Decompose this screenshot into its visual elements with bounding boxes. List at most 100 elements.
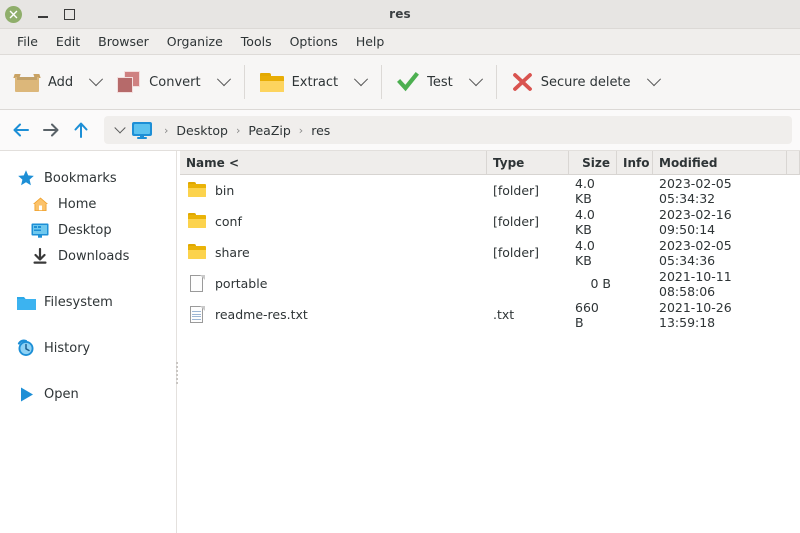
splitter-line (176, 151, 177, 533)
clock-icon (16, 338, 36, 358)
file-name: readme-res.txt (215, 307, 308, 322)
cell-type: [folder] (487, 214, 569, 229)
breadcrumb-item-res[interactable]: res (311, 123, 330, 138)
monitor-icon[interactable] (132, 122, 152, 139)
forward-button[interactable] (36, 115, 66, 145)
sidebar-item-downloads[interactable]: Downloads (0, 243, 173, 269)
cell-size: 4.0 KB (569, 207, 617, 237)
cell-size: 0 B (569, 276, 617, 291)
cell-modified: 2023-02-05 05:34:36 (653, 238, 800, 268)
menu-item-organize[interactable]: Organize (158, 31, 232, 52)
chevron-down-icon (469, 72, 483, 86)
table-row[interactable]: conf [folder] 4.0 KB 2023-02-16 09:50:14 (180, 206, 800, 237)
convert-button[interactable]: Convert (109, 65, 210, 99)
column-header-name[interactable]: Name < (180, 151, 487, 174)
convert-dropdown-button[interactable] (211, 65, 237, 99)
toolbar-group-test: Test (389, 55, 489, 109)
main-toolbar: Add Convert Extract (0, 55, 800, 110)
sidebar-spacer (0, 315, 173, 335)
file-text-icon (188, 306, 206, 323)
toolbar-separator (244, 65, 245, 99)
breadcrumb-item-peazip[interactable]: PeaZip (248, 123, 290, 138)
extract-button[interactable]: Extract (252, 67, 349, 98)
chevron-down-icon (217, 72, 231, 86)
peazip-window: res File Edit Browser Organize Tools Opt… (0, 0, 800, 533)
sidebar-splitter[interactable] (173, 151, 180, 533)
breadcrumb-item-desktop[interactable]: Desktop (176, 123, 228, 138)
cell-type: [folder] (487, 183, 569, 198)
splitter-grip (176, 362, 178, 384)
column-header-modified[interactable]: Modified (653, 151, 787, 174)
cell-modified: 2021-10-26 13:59:18 (653, 300, 800, 330)
sidebar-label: Bookmarks (44, 171, 117, 186)
breadcrumb-dropdown-button[interactable] (110, 119, 130, 141)
test-button[interactable]: Test (389, 66, 463, 98)
column-header-type[interactable]: Type (487, 151, 569, 174)
sidebar-label: Filesystem (44, 295, 113, 310)
folder-icon (260, 73, 284, 92)
box-icon (14, 72, 40, 92)
download-icon (30, 246, 50, 266)
sidebar-label: Downloads (58, 249, 129, 264)
menu-item-tools[interactable]: Tools (232, 31, 281, 52)
desktop-icon (30, 220, 50, 240)
sidebar-item-history[interactable]: History (0, 335, 173, 361)
table-row[interactable]: share [folder] 4.0 KB 2023-02-05 05:34:3… (180, 237, 800, 268)
cell-type: .txt (487, 307, 569, 322)
secure-delete-dropdown-button[interactable] (641, 65, 667, 99)
add-button[interactable]: Add (6, 66, 83, 98)
toolbar-group-secure-delete: Secure delete (504, 55, 667, 109)
file-name: portable (215, 276, 267, 291)
column-header-size[interactable]: Size (569, 151, 617, 174)
table-row[interactable]: readme-res.txt .txt 660 B 2021-10-26 13:… (180, 299, 800, 330)
sidebar-item-open[interactable]: Open (0, 381, 173, 407)
table-row[interactable]: portable 0 B 2021-10-11 08:58:06 (180, 268, 800, 299)
content-area: Bookmarks Home (0, 151, 800, 533)
forward-arrow-icon (41, 120, 61, 140)
menu-item-options[interactable]: Options (281, 31, 347, 52)
table-row[interactable]: bin [folder] 4.0 KB 2023-02-05 05:34:32 (180, 175, 800, 206)
menu-bar: File Edit Browser Organize Tools Options… (0, 29, 800, 55)
back-button[interactable] (6, 115, 36, 145)
menu-item-help[interactable]: Help (347, 31, 394, 52)
column-header-end (787, 151, 800, 174)
file-name: bin (215, 183, 234, 198)
star-icon (16, 168, 36, 188)
cell-modified: 2023-02-05 05:34:32 (653, 176, 800, 206)
file-list-rows: bin [folder] 4.0 KB 2023-02-05 05:34:32 … (180, 175, 800, 533)
chevron-down-icon (354, 72, 368, 86)
menu-item-browser[interactable]: Browser (89, 31, 158, 52)
folder-icon (188, 182, 206, 199)
menu-item-edit[interactable]: Edit (47, 31, 89, 52)
sidebar-label: History (44, 341, 90, 356)
add-dropdown-button[interactable] (83, 65, 109, 99)
sidebar-item-desktop[interactable]: Desktop (0, 217, 173, 243)
sidebar-label: Desktop (58, 223, 112, 238)
test-dropdown-button[interactable] (463, 65, 489, 99)
cell-modified: 2023-02-16 09:50:14 (653, 207, 800, 237)
secure-delete-button[interactable]: Secure delete (504, 66, 641, 98)
test-button-label: Test (427, 75, 453, 90)
sidebar-label: Open (44, 387, 79, 402)
up-button[interactable] (66, 115, 96, 145)
back-arrow-icon (11, 120, 31, 140)
cell-modified: 2021-10-11 08:58:06 (653, 269, 800, 299)
menu-item-file[interactable]: File (8, 31, 47, 52)
sidebar-item-bookmarks[interactable]: Bookmarks (0, 165, 173, 191)
cell-name: share (180, 244, 487, 261)
title-bar: res (0, 0, 800, 29)
column-header-info[interactable]: Info (617, 151, 653, 174)
toolbar-group-add: Add (6, 55, 109, 109)
breadcrumb-bar[interactable]: › Desktop › PeaZip › res (104, 116, 792, 144)
sidebar-spacer (0, 269, 173, 289)
sidebar-spacer (0, 361, 173, 381)
extract-dropdown-button[interactable] (348, 65, 374, 99)
file-list-pane: Name < Type Size Info Modified bin [fold… (180, 151, 800, 533)
file-list-header: Name < Type Size Info Modified (180, 151, 800, 175)
convert-button-label: Convert (149, 75, 200, 90)
sidebar: Bookmarks Home (0, 151, 173, 533)
play-triangle-icon (16, 384, 36, 404)
sidebar-item-filesystem[interactable]: Filesystem (0, 289, 173, 315)
sidebar-item-home[interactable]: Home (0, 191, 173, 217)
extract-button-label: Extract (292, 75, 339, 90)
